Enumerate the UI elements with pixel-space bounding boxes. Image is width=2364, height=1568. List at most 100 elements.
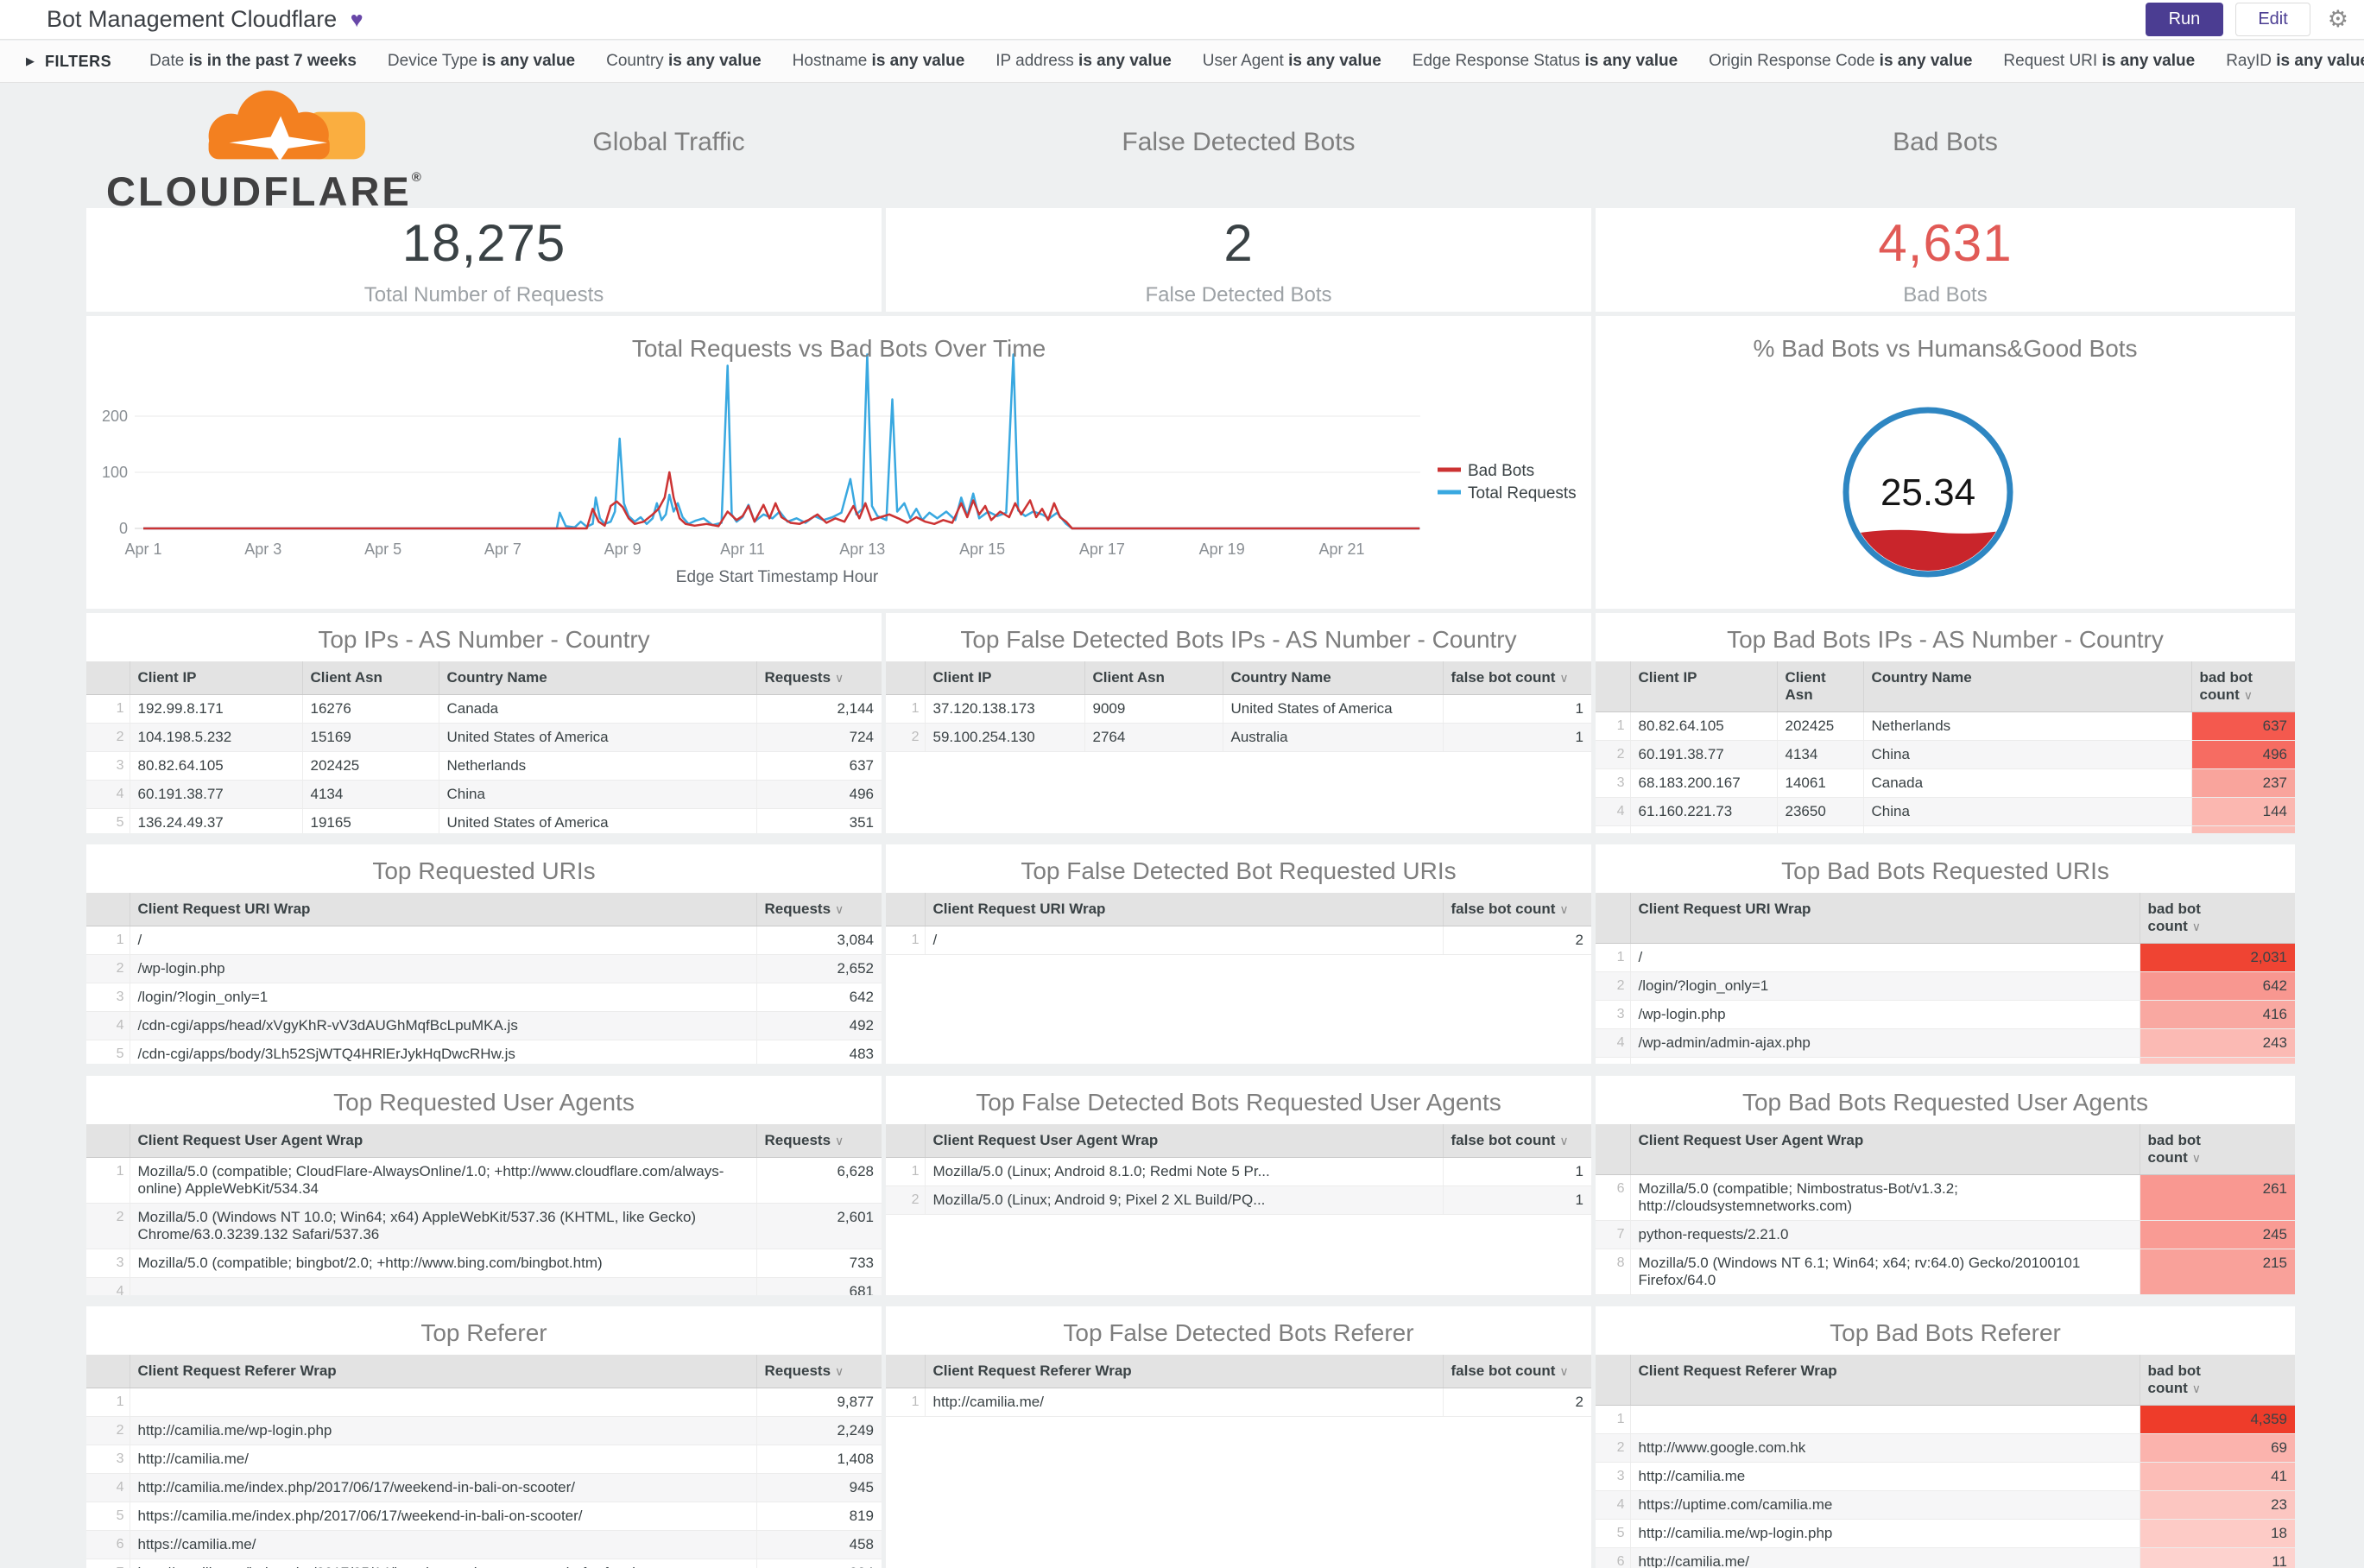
table-cell[interactable]: 202425 [1777,711,1864,741]
legend-label[interactable]: Bad Bots [1468,462,1534,480]
table-cell[interactable]: 16276 [302,694,439,724]
table-cell[interactable] [1630,1405,2140,1434]
table-value-cell[interactable]: 945 [756,1473,882,1502]
filters-label[interactable]: FILTERS [45,53,111,71]
table-cell[interactable]: http://camilia.me/ [1630,1547,2140,1568]
table-cell[interactable]: 4134 [302,780,439,809]
table-cell[interactable]: 4134 [1777,740,1864,769]
table-cell[interactable]: 60.191.38.77 [1630,740,1778,769]
table-cell[interactable]: 104.198.5.232 [130,723,303,752]
table-cell[interactable]: http://camilia.me/index.php/2017/06/17/w… [130,1473,757,1502]
table-cell[interactable]: Mozilla/5.0 (Windows NT 6.1; Win64; x64;… [1630,1249,2140,1295]
table-cell[interactable]: http://camilia.me/ [925,1388,1444,1417]
table-value-cell[interactable]: 496 [756,780,882,809]
table-cell[interactable]: 14061 [1777,768,1864,798]
table-value-cell[interactable]: 215 [2140,1249,2295,1295]
table-value-cell[interactable]: 245 [2140,1220,2295,1249]
table-value-cell[interactable]: 144 [2191,797,2295,826]
sortable-column-header[interactable]: false bot count ∨ [1443,1355,1591,1388]
sortable-column-header[interactable]: bad bot count ∨ [2140,893,2295,944]
table-value-cell[interactable]: 496 [2191,740,2295,769]
table-cell[interactable]: /login/?login_only=1 [1630,971,2140,1001]
table-cell[interactable]: / [925,926,1444,955]
table-cell[interactable]: /cdn-cgi/apps/body/3Lh52SjWTQ4HRlErJykHq… [130,1040,757,1064]
table-cell[interactable]: http://camilia.me/wp-login.php [1630,1519,2140,1548]
table-value-cell[interactable]: 637 [2191,711,2295,741]
table-cell[interactable] [130,1388,757,1417]
table-value-cell[interactable]: 69 [2140,1433,2295,1463]
sortable-column-header[interactable]: false bot count ∨ [1443,1124,1591,1158]
table-cell[interactable]: Mozilla/5.0 (Windows NT 10.0; Win64; x64… [130,1203,757,1249]
table-cell[interactable]: 23650 [1777,797,1864,826]
filters-expand-icon[interactable]: ▶ [26,54,35,68]
table-value-cell[interactable]: 2 [1443,1388,1591,1417]
table-value-cell[interactable]: 4,359 [2140,1405,2295,1434]
table-value-cell[interactable]: 1 [1443,1157,1591,1186]
table-cell[interactable] [1630,825,1778,833]
table-cell[interactable]: 59.100.254.130 [925,723,1085,752]
sortable-column-header[interactable]: Requests ∨ [756,893,882,926]
table-cell[interactable]: https://uptime.com/camilia.me [1630,1490,2140,1520]
table-cell[interactable]: http://camilia.me/ [130,1445,757,1474]
table-value-cell[interactable]: 458 [756,1530,882,1559]
table-value-cell[interactable]: 9,877 [756,1388,882,1417]
filter-item[interactable]: Country is any value [606,52,762,71]
table-cell[interactable]: http://camilia.me/wp-login.php [130,1416,757,1445]
table-cell[interactable]: 60.191.38.77 [130,780,303,809]
table-value-cell[interactable]: 1 [1443,1185,1591,1215]
table-cell[interactable]: 136.24.49.37 [130,808,303,833]
table-value-cell[interactable]: 819 [756,1502,882,1531]
table-value-cell[interactable]: 681 [756,1277,882,1295]
table-cell[interactable]: 192.99.8.171 [130,694,303,724]
table-cell[interactable]: 9009 [1084,694,1223,724]
filter-item[interactable]: Request URI is any value [2003,52,2195,71]
table-cell[interactable]: http://www.google.com.hk [1630,1433,2140,1463]
table-value-cell[interactable]: 124 [2140,1057,2295,1064]
sortable-column-header[interactable]: bad bot count ∨ [2191,661,2295,712]
table-cell[interactable]: / [130,926,757,955]
table-cell[interactable]: http://camilia.me/index.php/2017/05/14/h… [130,1559,757,1568]
table-value-cell[interactable] [2191,825,2295,833]
table-cell[interactable] [1863,825,2192,833]
table-cell[interactable]: Mozilla/5.0 (compatible; Nimbostratus-Bo… [1630,1174,2140,1221]
table-value-cell[interactable]: 18 [2140,1519,2295,1548]
table-value-cell[interactable]: 1 [1443,723,1591,752]
sortable-column-header[interactable]: false bot count ∨ [1443,661,1591,695]
table-cell[interactable]: /login/?login_only=1 [130,983,757,1012]
table-cell[interactable]: Canada [1863,768,2192,798]
table-cell[interactable]: Mozilla/5.0 (compatible; CloudFlare-Alwa… [130,1157,757,1204]
table-cell[interactable]: 68.183.200.167 [1630,768,1778,798]
table-cell[interactable]: United States of America [1223,694,1444,724]
filter-item[interactable]: User Agent is any value [1203,52,1381,71]
table-cell[interactable]: 202425 [302,751,439,781]
table-cell[interactable]: /wp-login.php [130,954,757,983]
table-cell[interactable]: http://camilia.me [1630,1462,2140,1491]
filter-item[interactable]: Date is in the past 7 weeks [149,52,357,71]
table-cell[interactable]: United States of America [439,723,757,752]
filter-item[interactable]: IP address is any value [996,52,1172,71]
table-cell[interactable]: Canada [439,694,757,724]
sortable-column-header[interactable]: Requests ∨ [756,1124,882,1158]
table-cell[interactable]: 61.160.221.73 [1630,797,1778,826]
table-value-cell[interactable]: 41 [2140,1462,2295,1491]
table-cell[interactable]: 19165 [302,808,439,833]
table-cell[interactable]: /wp-login.php [1630,1000,2140,1029]
table-value-cell[interactable]: 11 [2140,1547,2295,1568]
table-value-cell[interactable]: 642 [2140,971,2295,1001]
table-value-cell[interactable]: 637 [756,751,882,781]
table-cell[interactable]: 80.82.64.105 [130,751,303,781]
gear-icon[interactable]: ⚙ [2328,6,2348,33]
table-value-cell[interactable]: 1 [1443,694,1591,724]
table-value-cell[interactable]: 642 [756,983,882,1012]
table-cell[interactable]: China [1863,740,2192,769]
table-value-cell[interactable]: 2,031 [2140,943,2295,972]
table-cell[interactable]: / [1630,943,2140,972]
table-value-cell[interactable]: 1,408 [756,1445,882,1474]
table-cell[interactable]: Mozilla/5.0 (Linux; Android 9; Pixel 2 X… [925,1185,1444,1215]
legend-label[interactable]: Total Requests [1468,484,1577,503]
table-cell[interactable]: /cdn-cgi/apps/head/xVgyKhR-vV3dAUGhMqfBc… [130,1011,757,1040]
table-value-cell[interactable]: 483 [756,1040,882,1064]
table-cell[interactable]: Mozilla/5.0 (compatible; bingbot/2.0; +h… [130,1249,757,1278]
table-cell[interactable]: Australia [1223,723,1444,752]
table-value-cell[interactable]: 284 [756,1559,882,1568]
